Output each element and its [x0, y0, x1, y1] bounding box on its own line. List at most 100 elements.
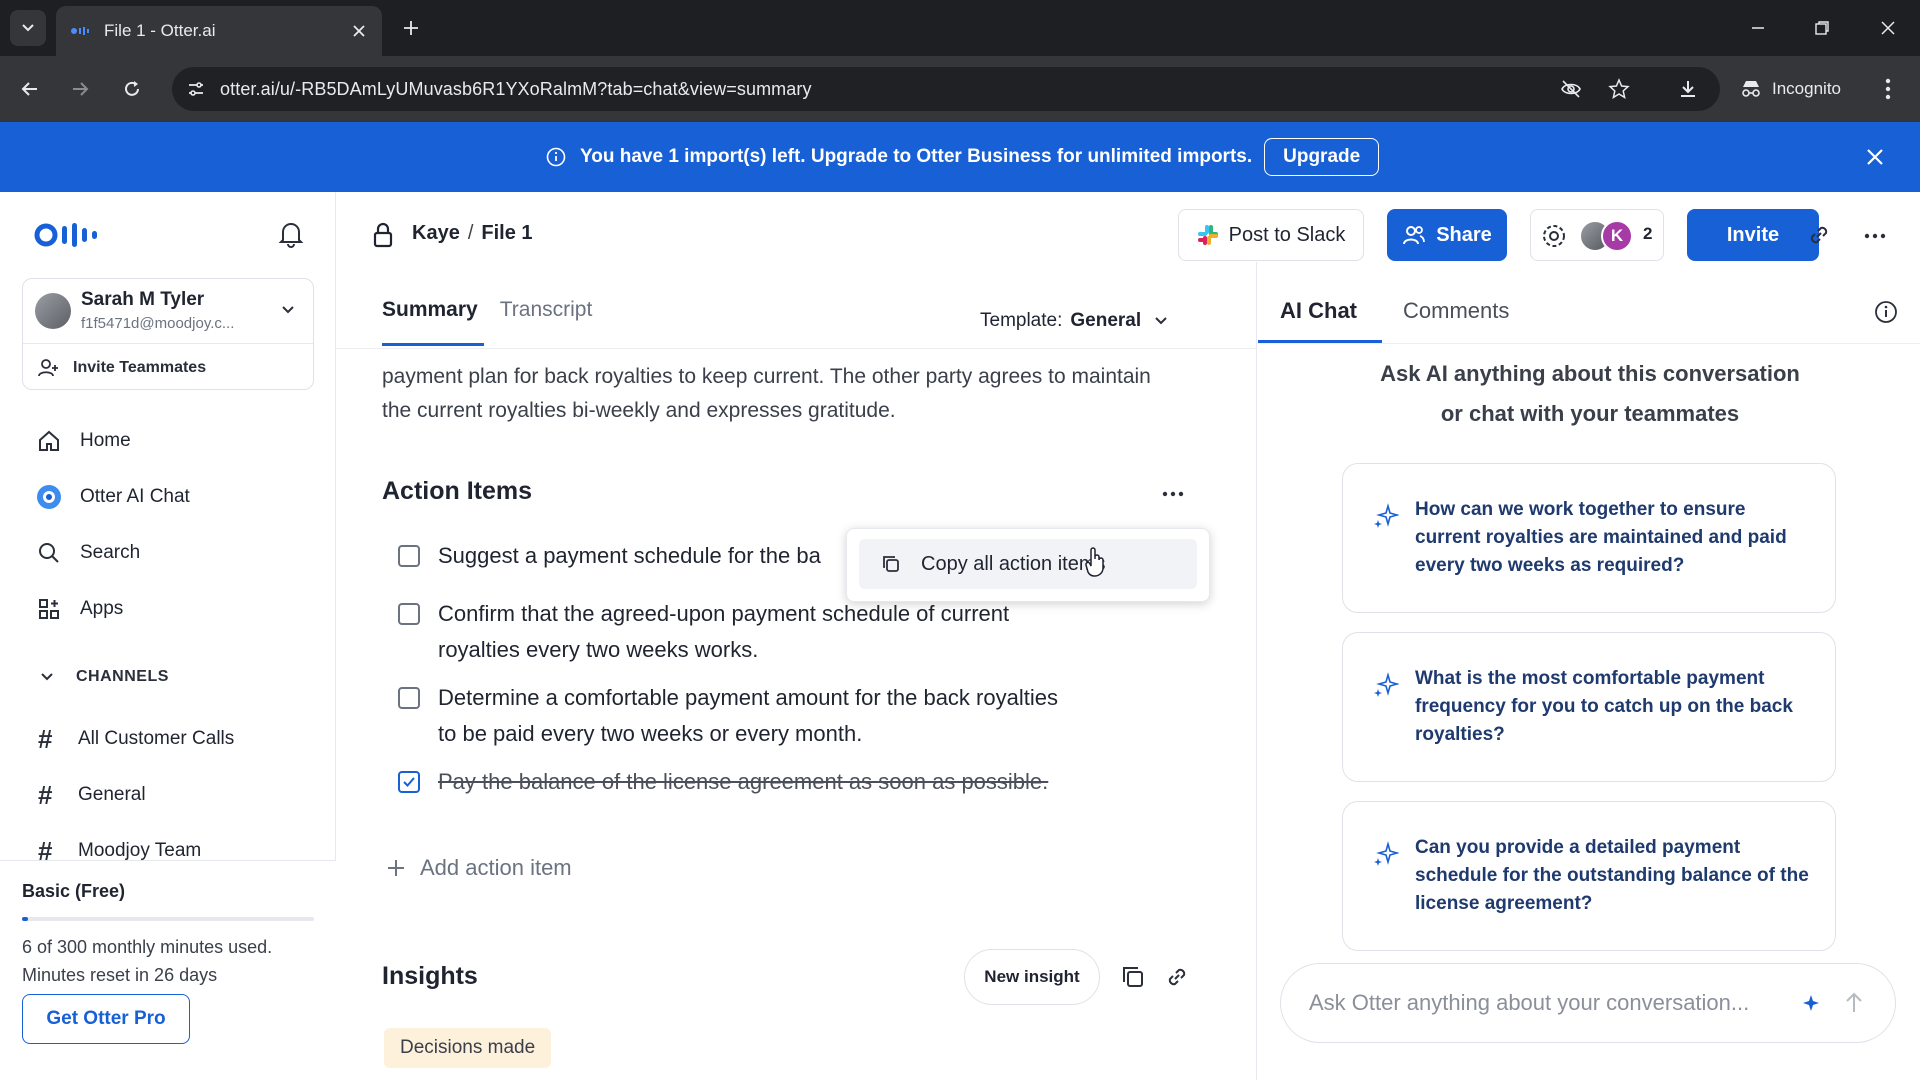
copy-all-label: Copy all action items: [921, 552, 1106, 575]
suggested-question-card[interactable]: How can we work together to ensure curre…: [1342, 463, 1836, 613]
action-item-checkbox[interactable]: [398, 603, 420, 625]
sidebar-item-apps[interactable]: Apps: [36, 591, 123, 627]
browser-menu-button[interactable]: [1876, 75, 1900, 103]
download-button[interactable]: [1674, 75, 1702, 103]
channel-item[interactable]: # General: [38, 778, 146, 812]
suggested-question-text: How can we work together to ensure curre…: [1415, 499, 1787, 576]
tab-close-icon[interactable]: [350, 22, 368, 40]
bookmark-star-icon[interactable]: [1608, 78, 1630, 100]
chevron-down-icon[interactable]: [279, 301, 297, 319]
copy-icon[interactable]: [1120, 964, 1146, 990]
chat-input[interactable]: [1309, 986, 1789, 1020]
banner-close-icon[interactable]: [1864, 146, 1886, 168]
tab-transcript[interactable]: Transcript: [500, 298, 593, 334]
share-button[interactable]: Share: [1387, 209, 1507, 261]
tab-search-button[interactable]: [10, 10, 46, 46]
browser-tab[interactable]: File 1 - Otter.ai: [56, 6, 382, 56]
tab-summary[interactable]: Summary: [382, 298, 478, 334]
upgrade-banner: You have 1 import(s) left. Upgrade to Ot…: [0, 122, 1920, 192]
send-arrow-icon[interactable]: [1841, 990, 1867, 1016]
url-text: otter.ai/u/-RB5DAmLyUMuvasb6R1YXoRalmM?t…: [220, 79, 812, 99]
participants-control[interactable]: K 2: [1530, 209, 1664, 261]
reload-button[interactable]: [118, 75, 146, 103]
apps-icon: [36, 596, 62, 622]
tab-ai-chat[interactable]: AI Chat: [1280, 298, 1357, 324]
get-otter-pro-button[interactable]: Get Otter Pro: [22, 994, 190, 1044]
new-insight-button[interactable]: New insight: [964, 949, 1100, 1005]
site-settings-icon[interactable]: [186, 79, 206, 99]
notifications-bell-icon[interactable]: [278, 220, 304, 248]
back-button[interactable]: [16, 75, 44, 103]
invite-button[interactable]: Invite: [1687, 209, 1819, 261]
minimize-icon: [1752, 27, 1764, 29]
sidebar-item-label: Home: [80, 430, 131, 451]
banner-message: You have 1 import(s) left. Upgrade to Ot…: [580, 146, 1253, 167]
sidebar-item-otter-ai-chat[interactable]: Otter AI Chat: [36, 479, 190, 515]
chevron-down-icon: [1155, 317, 1167, 325]
post-to-slack-button[interactable]: Post to Slack: [1178, 209, 1364, 261]
tab-comments[interactable]: Comments: [1403, 298, 1509, 324]
user-email: f1f5471d@moodjoy.c...: [81, 315, 235, 332]
action-item-checkbox[interactable]: [398, 687, 420, 709]
user-card[interactable]: Sarah M Tyler f1f5471d@moodjoy.c... Invi…: [22, 278, 314, 390]
action-item-text[interactable]: Confirm that the agreed-upon payment sch…: [438, 596, 1058, 668]
plan-name: Basic (Free): [22, 881, 126, 901]
close-icon: [1881, 21, 1895, 35]
upgrade-button[interactable]: Upgrade: [1264, 138, 1380, 176]
active-tab-indicator: [382, 343, 484, 346]
info-icon[interactable]: [1874, 300, 1898, 324]
users-icon: [1403, 226, 1426, 245]
invite-teammates-button[interactable]: Invite Teammates: [37, 353, 206, 383]
home-icon: [36, 428, 62, 454]
sparkle-icon: [1374, 841, 1399, 866]
copy-all-action-items-menu-item[interactable]: Copy all action items: [859, 539, 1197, 589]
divider: [1258, 343, 1920, 344]
otter-logo[interactable]: [34, 222, 100, 248]
restore-icon: [1815, 21, 1829, 35]
add-action-item-button[interactable]: Add action item: [386, 855, 572, 881]
plus-icon: [404, 21, 418, 35]
suggested-question-card[interactable]: What is the most comfortable payment fre…: [1342, 632, 1836, 782]
action-item-text[interactable]: Pay the balance of the license agreement…: [438, 764, 1058, 800]
channels-section-toggle[interactable]: CHANNELS: [40, 668, 169, 686]
action-item: Pay the balance of the license agreement…: [398, 764, 1058, 800]
channel-label: General: [78, 784, 146, 805]
divider: [23, 343, 313, 344]
action-item-checkbox[interactable]: [398, 545, 420, 567]
template-selector[interactable]: Template: General: [980, 310, 1169, 332]
sidebar-item-label: Apps: [80, 598, 124, 619]
kebab-menu-icon: [1885, 78, 1891, 100]
action-item-checkbox-checked[interactable]: [398, 771, 420, 793]
more-options-icon[interactable]: [1862, 226, 1888, 246]
sparkle-icon: [1374, 503, 1399, 528]
intro-line: Ask AI anything about this conversation: [1380, 361, 1800, 386]
channel-item[interactable]: # All Customer Calls: [38, 722, 234, 756]
action-items-menu: Copy all action items: [846, 528, 1210, 602]
sparkle-icon: [1803, 995, 1819, 1011]
summary-paragraph: payment plan for back royalties to keep …: [382, 365, 1151, 422]
suggested-question-card[interactable]: Can you provide a detailed payment sched…: [1342, 801, 1836, 951]
restore-button[interactable]: [1810, 16, 1834, 40]
slack-icon: [1197, 225, 1218, 245]
action-item-text[interactable]: Determine a comfortable payment amount f…: [438, 680, 1058, 752]
address-bar[interactable]: otter.ai/u/-RB5DAmLyUMuvasb6R1YXoRalmM?t…: [172, 67, 1720, 111]
insight-tag[interactable]: Decisions made: [384, 1028, 552, 1068]
minimize-button[interactable]: [1746, 16, 1770, 40]
incognito-indicator[interactable]: Incognito: [1726, 67, 1856, 111]
sidebar-item-search[interactable]: Search: [36, 535, 140, 571]
link-icon[interactable]: [1164, 964, 1190, 990]
forward-button[interactable]: [66, 75, 94, 103]
new-tab-button[interactable]: [398, 15, 424, 41]
arrow-right-icon: [73, 82, 89, 96]
more-options-icon[interactable]: [1160, 484, 1186, 504]
otter-favicon-icon: [71, 27, 89, 35]
main-tabs: Summary Transcript: [382, 298, 614, 334]
browser-tabstrip: File 1 - Otter.ai: [0, 0, 1920, 56]
sidebar-item-home[interactable]: Home: [36, 423, 131, 459]
breadcrumb-workspace[interactable]: Kaye: [412, 222, 460, 245]
link-icon[interactable]: [1806, 222, 1832, 248]
breadcrumb-file[interactable]: File 1: [481, 222, 532, 245]
eye-off-icon[interactable]: [1560, 78, 1582, 100]
gear-icon[interactable]: [1541, 223, 1567, 249]
close-window-button[interactable]: [1876, 16, 1900, 40]
